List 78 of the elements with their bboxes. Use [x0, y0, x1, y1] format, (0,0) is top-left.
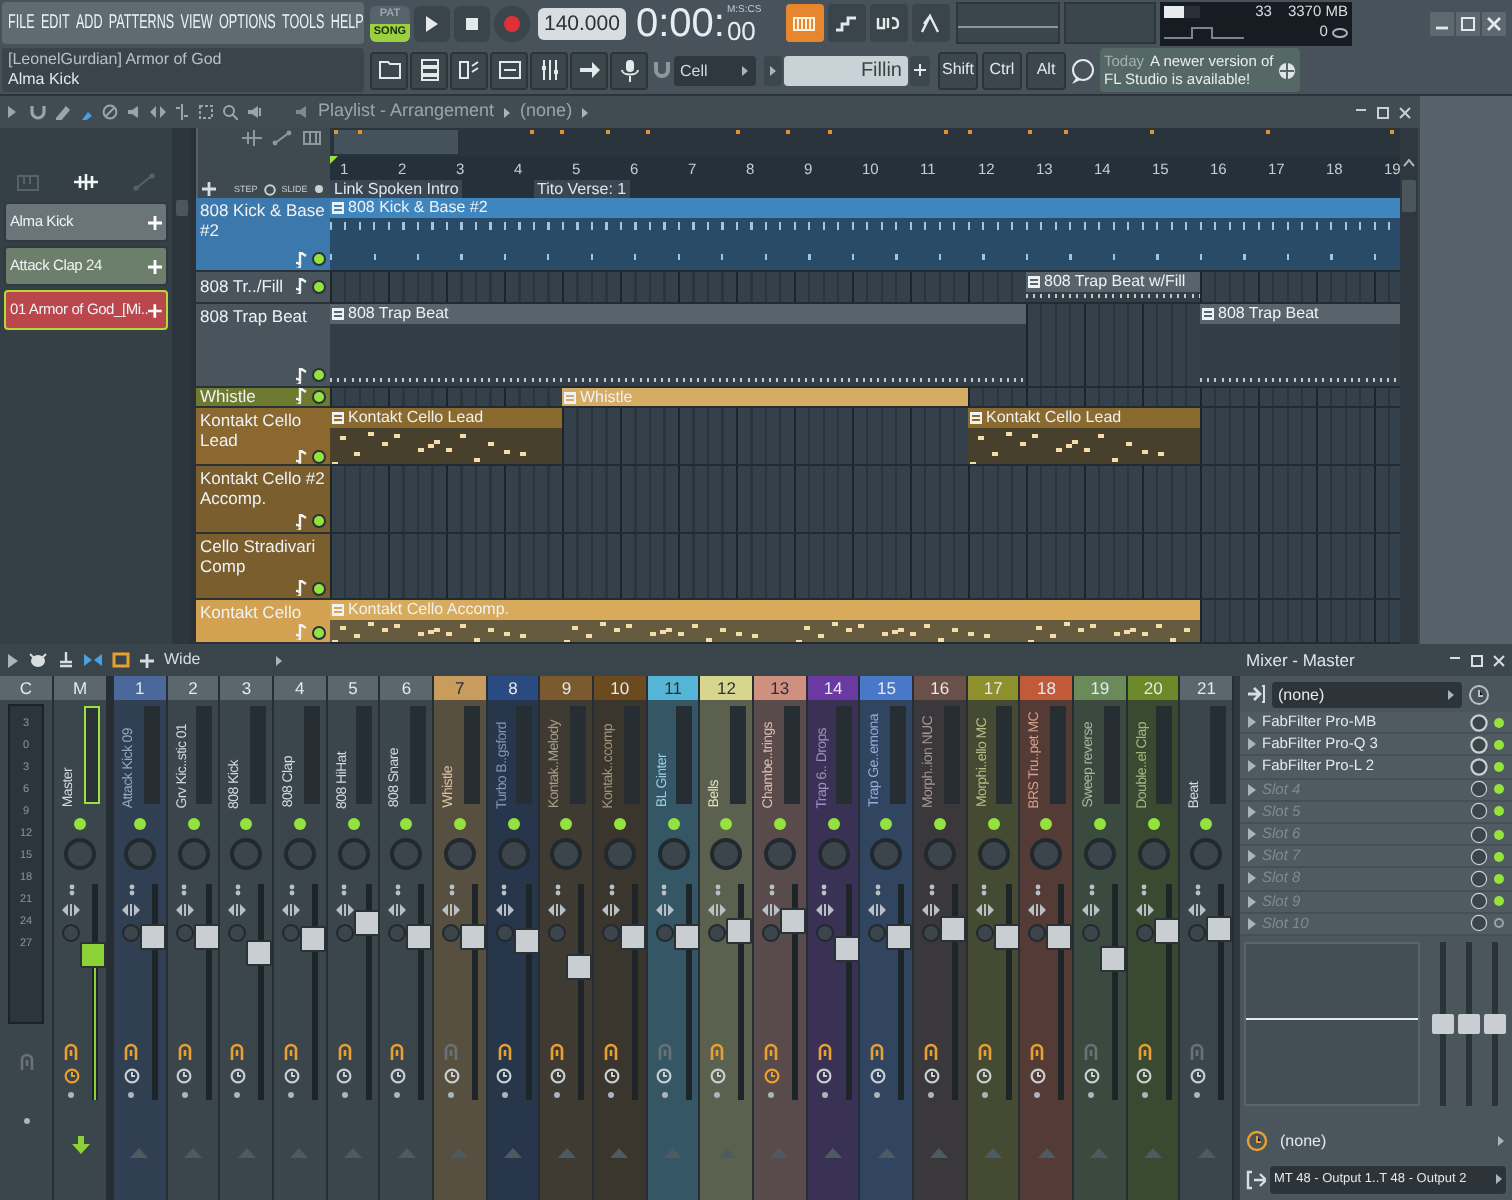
track-number[interactable]: 7	[434, 676, 486, 700]
track-header[interactable]: Cello Stradivari Comp	[196, 533, 330, 601]
track-name: Kontakt Cello #2 Accomp.	[200, 468, 326, 509]
track-header[interactable]: 808 Tr../Fill	[196, 271, 330, 304]
track-name: Whistle	[200, 387, 258, 406]
menu-item[interactable]: EDIT	[40, 8, 70, 38]
pattern-clip[interactable]: Kontakt Cello Lead	[330, 407, 562, 465]
track-name: 808 Kick & Base #2	[200, 200, 326, 241]
time-display: 00	[726, 15, 756, 45]
track-name: 808 Tr../Fill	[200, 276, 286, 297]
track-number[interactable]: 17	[967, 676, 1019, 700]
track-number[interactable]: 1	[114, 676, 166, 700]
marker-label[interactable]: Link Spoken Intro	[330, 179, 463, 200]
window-title: Playlist - Arrangement	[318, 98, 495, 125]
pattern-name[interactable]: (none)	[520, 98, 573, 126]
modifier-button[interactable]: Alt	[1026, 51, 1066, 89]
pattern-clip[interactable]: 808 Kick & Base #2	[330, 198, 1400, 270]
track-number[interactable]: M	[54, 676, 106, 700]
clip-label: Kontakt Cello Lead	[986, 407, 1122, 428]
track-header[interactable]: Whistle	[196, 387, 330, 408]
clip-label: Kontakt Cello Accomp.	[348, 600, 509, 621]
hint-text: Alma Kick	[8, 70, 82, 90]
modifier-button[interactable]: Ctrl	[982, 51, 1022, 89]
track-number[interactable]: 11	[647, 676, 699, 700]
sidechain-dropdown[interactable]: (none)	[1280, 1129, 1506, 1154]
track-number[interactable]: 4	[274, 676, 326, 700]
clip-label: 808 Trap Beat	[348, 303, 449, 324]
pattern-clip[interactable]: 808 Trap Beat	[1200, 303, 1400, 386]
menu-item[interactable]: VIEW	[180, 8, 213, 38]
track-name: Kontakt Cello	[200, 602, 304, 623]
track-number[interactable]: 9	[540, 676, 593, 700]
pattern-clip[interactable]: Kontakt Cello Lead	[968, 407, 1200, 465]
track-number[interactable]: 15	[860, 676, 913, 700]
track-number[interactable]: 14	[807, 676, 859, 700]
clip-label: 808 Trap Beat	[1218, 303, 1319, 324]
track-number[interactable]: 16	[914, 676, 966, 700]
menu-item[interactable]: PATTERNS	[108, 8, 175, 38]
track-number[interactable]: 5	[327, 676, 379, 700]
menu-item[interactable]: HELP	[330, 8, 364, 38]
track-number[interactable]: 3	[220, 676, 273, 700]
clip-label: 808 Trap Beat w/Fill	[1044, 271, 1186, 292]
hint-title: [LeonelGurdian] Armor of God	[8, 50, 224, 70]
track-header[interactable]: 808 Kick & Base #2	[196, 198, 330, 272]
tempo-field[interactable]: 140.000	[538, 7, 626, 39]
menu-item[interactable]: ADD	[75, 8, 103, 38]
modifier-button[interactable]: Shift	[938, 51, 978, 89]
track-name: Kontakt Cello Lead	[200, 409, 304, 450]
track-header[interactable]: 808 Trap Beat	[196, 303, 330, 388]
menu-item[interactable]: OPTIONS	[219, 8, 276, 38]
track-number[interactable]: 13	[754, 676, 806, 700]
track-number[interactable]: 21	[1180, 676, 1233, 700]
menu-item[interactable]: FILE	[8, 8, 35, 38]
pattern-clip[interactable]: 808 Trap Beat w/Fill	[1026, 271, 1200, 302]
track-name: 808 Trap Beat	[200, 305, 309, 326]
track-number[interactable]: 18	[1020, 676, 1073, 700]
menu-item[interactable]: TOOLS	[282, 8, 325, 38]
track-number[interactable]: 2	[167, 676, 219, 700]
input-dropdown[interactable]: (none)	[1272, 681, 1462, 707]
track-number[interactable]: 20	[1127, 676, 1179, 700]
track-number[interactable]: 6	[380, 676, 433, 700]
track-header[interactable]: Kontakt Cello #2 Accomp.	[196, 466, 330, 534]
pattern-field[interactable]: Fillin	[784, 55, 908, 85]
track-number[interactable]: 12	[700, 676, 753, 700]
track-header[interactable]: Kontakt Cello Lead	[196, 407, 330, 467]
track-number[interactable]: 10	[594, 676, 646, 700]
window-title: Mixer - Master	[1246, 647, 1355, 673]
clip-label: 808 Kick & Base #2	[348, 198, 488, 219]
track-name: Cello Stradivari Comp	[200, 535, 318, 576]
clip-label: Kontakt Cello Lead	[348, 407, 484, 428]
time-display: 0:00:	[635, 1, 725, 45]
track-number[interactable]: 8	[487, 676, 539, 700]
pattern-clip[interactable]: 808 Trap Beat	[330, 303, 1026, 386]
snap-dropdown[interactable]: Cell	[674, 55, 756, 85]
marker-label[interactable]: Tito Verse: 1	[533, 179, 631, 200]
track-number[interactable]: C	[0, 676, 52, 700]
track-number[interactable]: 19	[1074, 676, 1126, 700]
view-mode-label[interactable]: Wide	[164, 648, 201, 672]
clip-label: Whistle	[580, 387, 633, 406]
